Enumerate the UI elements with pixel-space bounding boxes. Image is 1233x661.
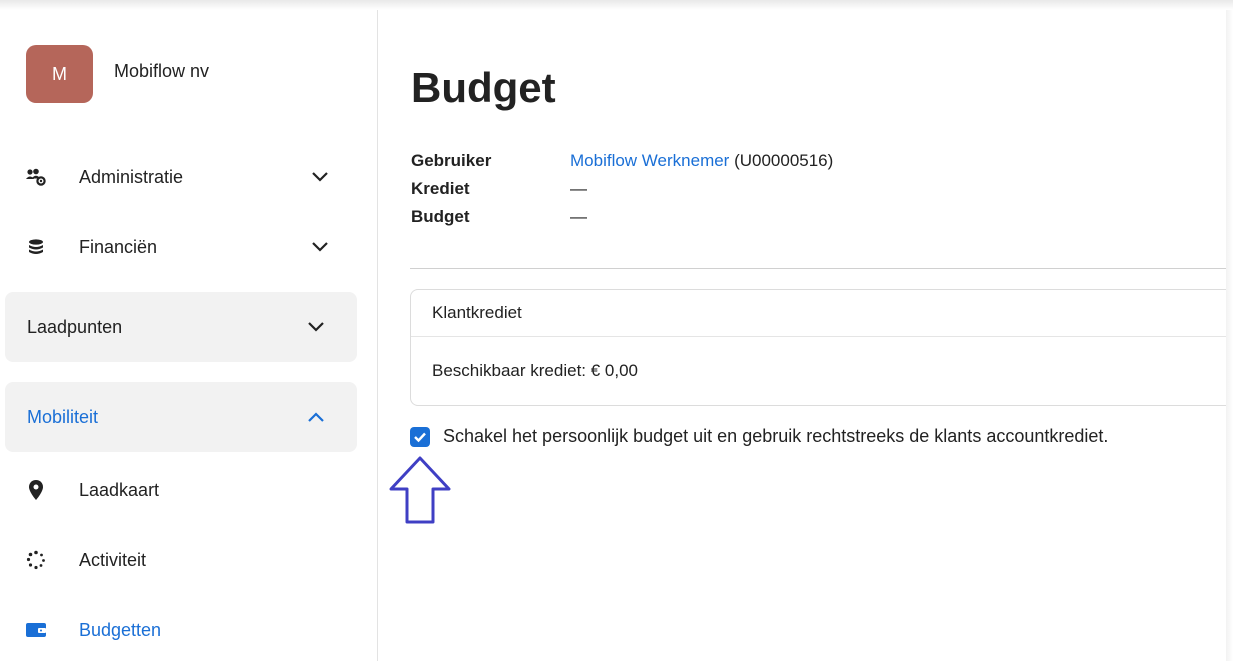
arrow-up-icon (389, 456, 451, 524)
budget-details: Gebruiker Mobiflow Werknemer (U00000516)… (411, 151, 833, 235)
chevron-down-icon (305, 316, 327, 338)
sidebar-group-mobiliteit[interactable]: Mobiliteit (5, 382, 357, 452)
wallet-icon (25, 619, 47, 641)
spinner-icon (25, 549, 47, 571)
app-frame: M Mobiflow nv Administratie Financiën La… (0, 0, 1233, 661)
chevron-up-icon (305, 406, 327, 428)
avatar: M (26, 45, 93, 103)
detail-value: Mobiflow Werknemer (U00000516) (570, 151, 833, 171)
sidebar-item-label: Laadkaart (79, 479, 160, 500)
map-pin-icon (25, 479, 47, 501)
detail-row-user: Gebruiker Mobiflow Werknemer (U00000516) (411, 151, 833, 179)
users-gear-icon (25, 166, 47, 188)
right-edge-shadow (1226, 10, 1233, 661)
available-credit: Beschikbaar krediet: € 0,00 (432, 361, 639, 380)
sidebar-item-budgetten[interactable]: Budgetten (5, 610, 357, 650)
page-title: Budget (411, 64, 556, 111)
detail-row-budget: Budget — (411, 207, 833, 235)
detail-key: Budget (411, 207, 470, 226)
org-header[interactable]: M Mobiflow nv (26, 44, 209, 104)
org-name: Mobiflow nv (114, 60, 210, 81)
chevron-down-icon (309, 166, 331, 188)
sidebar-item-financien[interactable]: Financiën (5, 225, 357, 269)
sidebar-item-administratie[interactable]: Administratie (5, 155, 357, 199)
customer-credit-card: Klantkrediet Beschikbaar krediet: € 0,00 (410, 289, 1233, 406)
divider (410, 268, 1228, 269)
user-link[interactable]: Mobiflow Werknemer (570, 151, 729, 170)
sidebar: M Mobiflow nv Administratie Financiën La… (0, 10, 378, 661)
main-content: Budget Gebruiker Mobiflow Werknemer (U00… (378, 10, 1233, 661)
sidebar-group-laadpunten[interactable]: Laadpunten (5, 292, 357, 362)
top-shadow (0, 0, 1233, 10)
coins-icon (25, 236, 47, 258)
sidebar-item-label: Administratie (79, 166, 184, 187)
user-id: (U00000516) (729, 151, 834, 170)
sidebar-group-label: Mobiliteit (27, 406, 99, 427)
disable-budget-label: Schakel het persoonlijk budget uit en ge… (443, 426, 1109, 446)
detail-key: Krediet (411, 179, 470, 198)
disable-budget-checkbox[interactable] (410, 426, 430, 447)
disable-budget-option[interactable]: Schakel het persoonlijk budget uit en ge… (410, 426, 1108, 447)
detail-value: — (570, 207, 587, 226)
detail-row-credit: Krediet — (411, 179, 833, 207)
sidebar-item-label: Financiën (79, 236, 158, 257)
sidebar-item-activiteit[interactable]: Activiteit (5, 540, 357, 580)
sidebar-item-laadkaart[interactable]: Laadkaart (5, 470, 357, 510)
detail-value: — (570, 179, 587, 198)
detail-key: Gebruiker (411, 151, 492, 170)
chevron-down-icon (309, 236, 331, 258)
card-header: Klantkrediet (411, 290, 1233, 337)
sidebar-item-label: Activiteit (79, 549, 147, 570)
sidebar-group-label: Laadpunten (27, 316, 123, 337)
sidebar-item-label: Budgetten (79, 619, 162, 640)
